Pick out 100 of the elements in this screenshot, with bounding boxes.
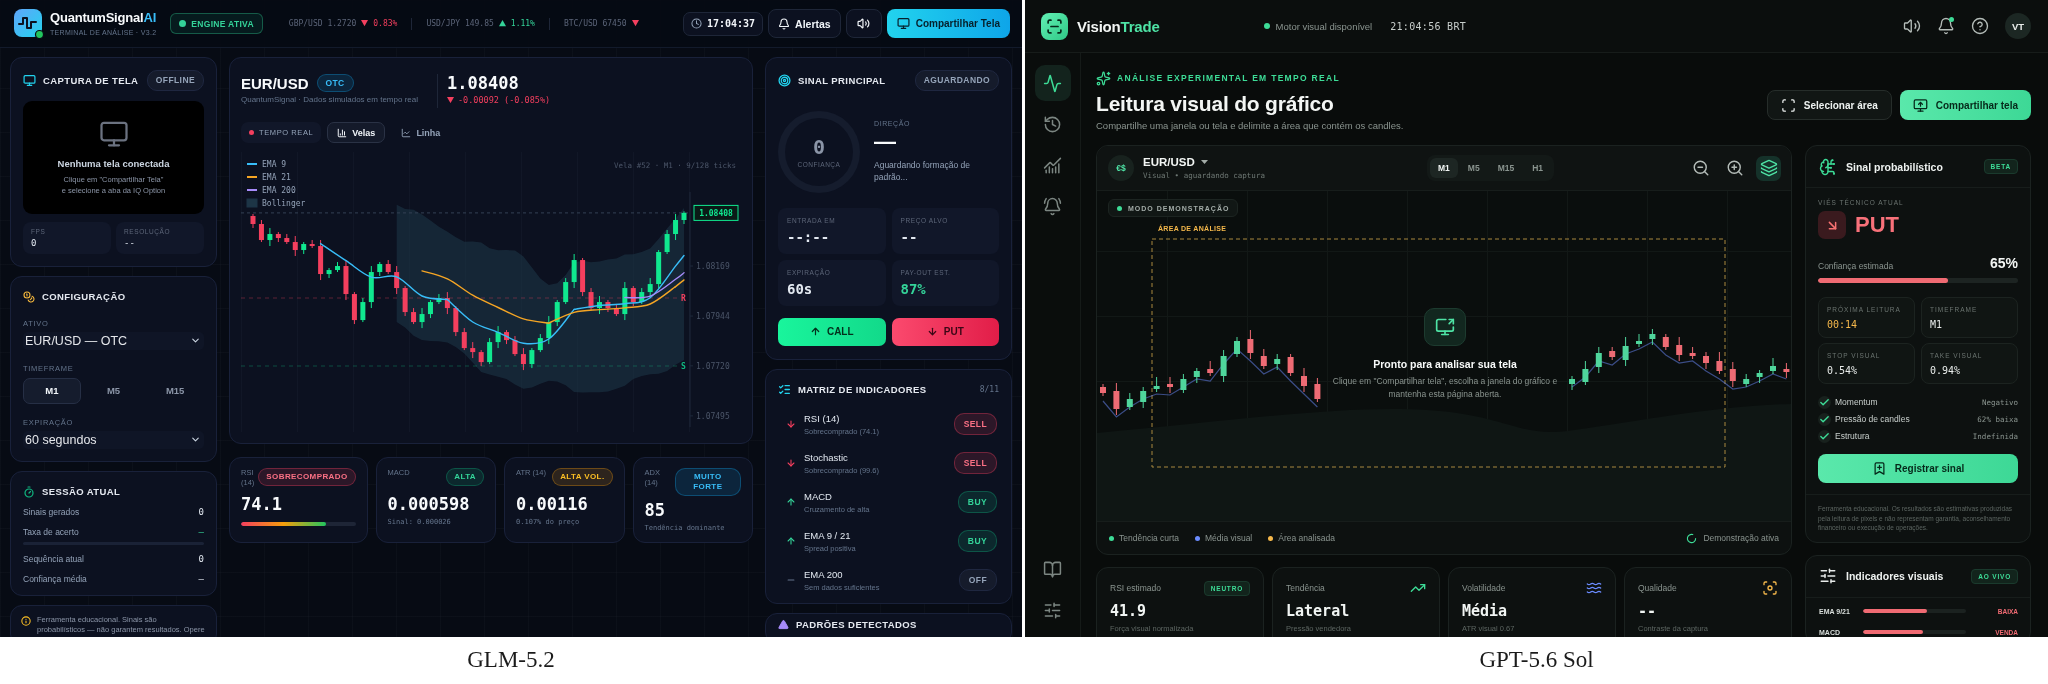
timeframe-tab[interactable]: M1: [23, 377, 81, 404]
indicator-value: 0.00116: [516, 494, 589, 514]
candle: [1636, 333, 1642, 348]
candle: [478, 349, 484, 367]
candle: [444, 291, 450, 315]
ticker-pair: BTC/USD 67450: [563, 19, 627, 28]
card-title: MATRIZ DE INDICADORES: [798, 384, 927, 396]
coins-icon: [23, 290, 35, 303]
sound-button[interactable]: [845, 9, 882, 38]
legend-label: EMA 21: [262, 173, 291, 182]
candle: [1220, 349, 1227, 383]
indicator-name: EMA 200: [804, 568, 844, 580]
asset-select[interactable]: EUR/USD — OTC: [23, 331, 204, 350]
sliders-icon: [1819, 567, 1837, 585]
candle: [250, 213, 256, 229]
stat-label: Sinais gerados: [23, 506, 80, 517]
monitor-icon: [896, 17, 910, 30]
check-label: Momentum: [1835, 397, 1878, 407]
candle: [335, 261, 340, 273]
monitor-upload-icon: [1912, 97, 1928, 113]
stat-value: 0: [198, 553, 204, 564]
metric-value: --: [1638, 602, 1658, 620]
ticker-pair: GBP/USD 1.2720: [288, 19, 357, 28]
candle: [1207, 360, 1214, 377]
status-dot-icon: [1117, 205, 1122, 211]
symbol-title: EUR/USD: [1143, 156, 1195, 168]
alarm-bell-icon[interactable]: [1043, 196, 1062, 216]
help-icon[interactable]: [1971, 17, 1989, 35]
candle: [1314, 377, 1321, 403]
user-avatar[interactable]: VT: [2005, 13, 2031, 39]
timeframe-tab[interactable]: M5: [84, 377, 143, 404]
currency-symbol: €$: [1108, 155, 1134, 181]
caption: GPT-5.6 Sol: [1479, 647, 1594, 672]
signal-badge: BUY: [957, 529, 997, 553]
candle: [436, 293, 442, 305]
confidence-value: 0: [812, 135, 825, 158]
check-label: Estrutura: [1835, 431, 1870, 441]
book-icon[interactable]: [1043, 559, 1062, 579]
caret-icon[interactable]: [1200, 160, 1208, 164]
stat-value: 00:14: [1827, 318, 1859, 330]
share-screen-button[interactable]: Compartilhar Tela: [886, 9, 1010, 38]
frame-corners-icon: [1780, 97, 1796, 113]
legend-label: Tendência curta: [1119, 533, 1179, 543]
timeframe-tab[interactable]: M1: [1430, 158, 1458, 178]
speaker-icon[interactable]: [1903, 17, 1921, 35]
timeframe-tab[interactable]: M5: [1459, 158, 1488, 178]
page-title: Leitura visual do gráfico: [1096, 91, 1335, 116]
timeframe-tab[interactable]: H1: [1524, 158, 1552, 178]
chart-type-tab[interactable]: Velas: [327, 122, 386, 143]
level-marker: R: [681, 294, 686, 303]
status-dot-icon: [1263, 23, 1270, 29]
empty-text: Clique em "Compartilhar tela", escolha a janela do gráfico e mantenha esta página aberta.: [1331, 375, 1559, 401]
timeframe-tab[interactable]: M15: [1489, 158, 1523, 178]
candle: [512, 335, 518, 357]
history-icon[interactable]: [1043, 114, 1062, 134]
stat-value: --: [900, 228, 919, 245]
candle: [394, 265, 400, 295]
candle: [605, 299, 611, 313]
candle: [284, 233, 290, 245]
notification-bell-icon[interactable]: [1937, 17, 1955, 35]
candle: [1140, 386, 1147, 409]
put-button[interactable]: PUT: [891, 317, 999, 346]
chart-type-tab[interactable]: Linha: [391, 122, 451, 143]
alerts-button[interactable]: Alertas: [768, 9, 841, 38]
call-button[interactable]: CALL: [778, 317, 886, 346]
zoom-in-icon[interactable]: [1725, 159, 1744, 177]
stat-label: Taxa de acerto: [23, 526, 79, 537]
candle: [1126, 392, 1133, 411]
metric-label: Tendência: [1286, 583, 1325, 593]
candle: [1234, 336, 1240, 358]
select-area-button[interactable]: Selecionar área: [1766, 90, 1892, 120]
indicator-value: 74.1: [241, 494, 283, 514]
timeframe-tab[interactable]: M15: [146, 377, 204, 404]
indicator-name: MACD: [804, 490, 833, 502]
checklist-icon: [778, 383, 791, 397]
price-label: 1.08169: [696, 262, 730, 272]
logo-icon: [1041, 12, 1068, 40]
nav-item[interactable]: [1034, 65, 1071, 101]
chart-icon[interactable]: [1043, 155, 1062, 175]
timer-icon: [23, 485, 35, 498]
zoom-out-icon[interactable]: [1691, 159, 1710, 177]
price-label: 1.07944: [696, 312, 730, 322]
expiry-select[interactable]: 60 segundos: [23, 430, 204, 449]
stat-value: 0: [198, 506, 204, 517]
clock-icon: [690, 18, 702, 29]
register-signal-button[interactable]: Registrar sinal: [1818, 454, 2018, 483]
candle: [1703, 351, 1709, 370]
candle: [1260, 348, 1267, 370]
legend-label: Bollinger: [262, 199, 306, 208]
metric-value: 41.9: [1110, 602, 1148, 620]
candle: [301, 241, 307, 255]
level-marker: S: [681, 362, 686, 371]
settings-icon[interactable]: [1043, 600, 1062, 620]
candle: [1301, 367, 1307, 393]
confidence-label: Confiança estimada: [1818, 261, 1894, 271]
share-screen-button[interactable]: Compartilhar tela: [1899, 90, 2031, 120]
down-arrow-icon: [926, 326, 938, 338]
candle: [520, 347, 526, 371]
candle: [453, 305, 459, 337]
ticker-change: 0.83%: [373, 19, 398, 28]
